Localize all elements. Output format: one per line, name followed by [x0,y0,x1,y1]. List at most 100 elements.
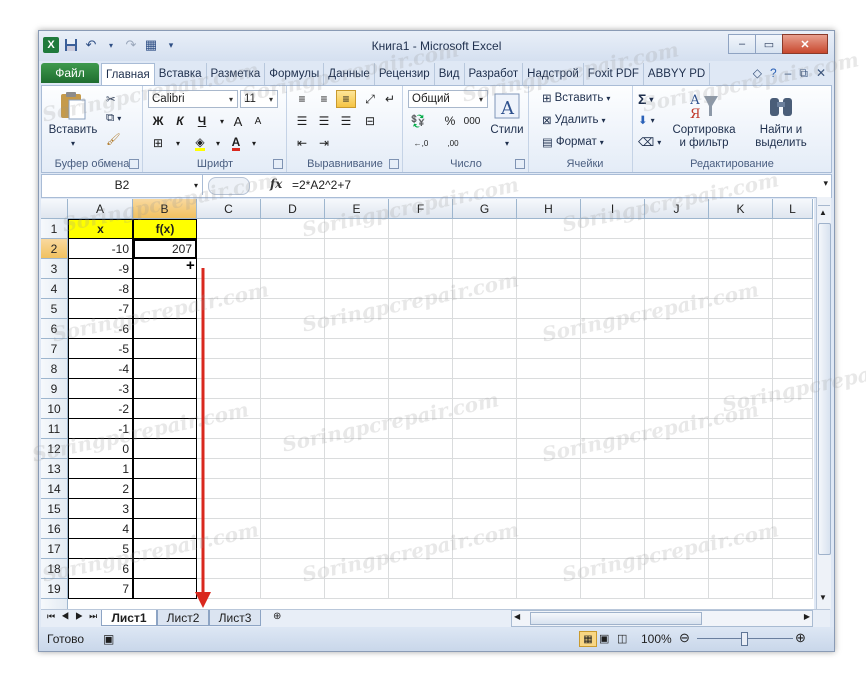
cell-k13[interactable] [709,459,773,479]
sort-filter-button[interactable]: А Я Сортировка и фильтр [668,90,740,150]
cell-g9[interactable] [453,379,517,399]
row-header-9[interactable]: 9 [41,379,68,399]
borders-icon[interactable]: ⊞ [148,134,168,152]
cell-c12[interactable] [197,439,261,459]
cell-b18[interactable] [133,559,197,579]
cell-b1[interactable]: f(x) [133,219,197,239]
row-header-15[interactable]: 15 [41,499,68,519]
cell-j19[interactable] [645,579,709,599]
cut-button[interactable]: ✂ [106,92,116,106]
sheet-nav-icons[interactable]: ⏮◀▶⏭ [47,611,103,622]
cell-c15[interactable] [197,499,261,519]
cell-c18[interactable] [197,559,261,579]
cell-i1[interactable] [581,219,645,239]
cell-d6[interactable] [261,319,325,339]
cell-a17[interactable]: 5 [68,539,133,559]
cell-e11[interactable] [325,419,389,439]
cell-e5[interactable] [325,299,389,319]
styles-dropdown-icon[interactable]: ▾ [505,137,509,150]
cell-k19[interactable] [709,579,773,599]
cell-f6[interactable] [389,319,453,339]
currency-icon[interactable]: 💱 [408,112,428,130]
macro-record-icon[interactable]: ▣ [103,632,114,646]
decrease-decimal-button[interactable]: ,00 [440,134,466,152]
row-header-10[interactable]: 10 [41,399,68,419]
cell-j4[interactable] [645,279,709,299]
close-button[interactable]: ✕ [782,34,828,54]
cell-d7[interactable] [261,339,325,359]
tab-item[interactable]: Вид [435,63,465,85]
cell-b4[interactable] [133,279,197,299]
font-color-icon[interactable]: A [226,134,246,152]
zoom-out-icon[interactable]: ⊖ [679,630,690,646]
cell-a15[interactable]: 3 [68,499,133,519]
cell-k4[interactable] [709,279,773,299]
cell-d9[interactable] [261,379,325,399]
cell-d16[interactable] [261,519,325,539]
cell-g1[interactable] [453,219,517,239]
split-handle[interactable] [818,197,830,206]
cell-e7[interactable] [325,339,389,359]
cell-h7[interactable] [517,339,581,359]
cell-a3[interactable]: -9 [68,259,133,279]
column-header-g[interactable]: G [453,199,517,219]
font-name-combo[interactable]: Calibri ▾ [148,90,238,108]
cell-j2[interactable] [645,239,709,259]
cell-h2[interactable] [517,239,581,259]
vertical-scroll-thumb[interactable] [818,223,831,555]
column-header-k[interactable]: K [709,199,773,219]
cell-d18[interactable] [261,559,325,579]
cell-e8[interactable] [325,359,389,379]
cell-l14[interactable] [773,479,813,499]
font-size-dropdown-icon[interactable]: ▾ [265,91,277,107]
cell-j13[interactable] [645,459,709,479]
cell-f11[interactable] [389,419,453,439]
column-header-f[interactable]: F [389,199,453,219]
insert-function-icon[interactable]: fx [270,177,282,191]
cell-f17[interactable] [389,539,453,559]
sheet-tab-3[interactable]: Лист3 [209,610,261,626]
cell-b14[interactable] [133,479,197,499]
cell-i15[interactable] [581,499,645,519]
cell-c1[interactable] [197,219,261,239]
cell-i3[interactable] [581,259,645,279]
orientation-icon[interactable]: ⤢ [360,90,380,108]
cell-j15[interactable] [645,499,709,519]
cell-i17[interactable] [581,539,645,559]
merge-center-icon[interactable]: ⊟ [360,112,380,130]
cell-a2[interactable]: -10 [68,239,133,259]
row-header-18[interactable]: 18 [41,559,68,579]
paste-dropdown-icon[interactable]: ▾ [71,137,75,150]
cell-f14[interactable] [389,479,453,499]
number-format-dropdown-icon[interactable]: ▾ [475,91,487,107]
cell-a16[interactable]: 4 [68,519,133,539]
insert-dropdown-icon[interactable]: ▾ [606,94,610,103]
cell-g15[interactable] [453,499,517,519]
font-name-dropdown-icon[interactable]: ▾ [225,91,237,107]
tab-file[interactable]: Файл [41,63,99,83]
tab-item[interactable]: Вставка [155,63,207,85]
align-center-icon[interactable]: ☰ [314,112,334,130]
cell-f18[interactable] [389,559,453,579]
fill-color-dropdown-icon[interactable]: ▾ [208,134,228,152]
cell-d15[interactable] [261,499,325,519]
row-header-17[interactable]: 17 [41,539,68,559]
align-middle-icon[interactable]: ≡ [314,90,334,108]
cell-k8[interactable] [709,359,773,379]
cell-j12[interactable] [645,439,709,459]
cell-c2[interactable] [197,239,261,259]
tab-item[interactable]: Разработ [465,63,524,85]
cell-f3[interactable] [389,259,453,279]
cell-h15[interactable] [517,499,581,519]
italic-button[interactable]: К [170,112,190,130]
minimize-workbook-icon[interactable]: – [785,66,792,81]
cell-j9[interactable] [645,379,709,399]
cell-e2[interactable] [325,239,389,259]
fill-color-icon[interactable]: ◈ [190,134,210,152]
zoom-level[interactable]: 100% [641,632,672,646]
cell-l4[interactable] [773,279,813,299]
cell-i19[interactable] [581,579,645,599]
row-header-2[interactable]: 2 [41,239,68,259]
cell-g11[interactable] [453,419,517,439]
cell-c9[interactable] [197,379,261,399]
